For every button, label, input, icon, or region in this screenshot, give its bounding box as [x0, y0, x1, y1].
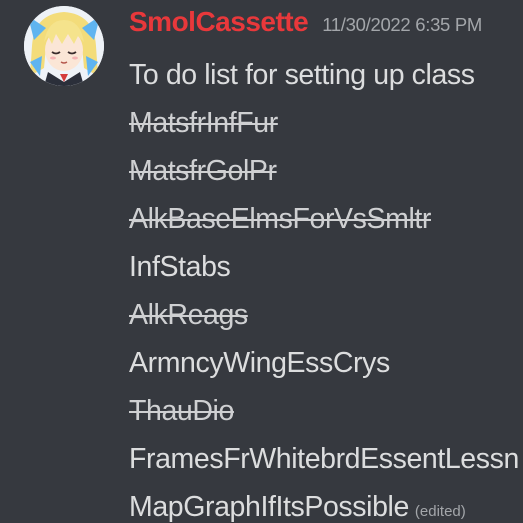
timestamp: 11/30/2022 6:35 PM [322, 14, 483, 35]
message-line-text: ArmncyWingEssCrys [129, 347, 390, 379]
todo-item: To do list for setting up class [129, 55, 519, 103]
message-line-text: FramesFrWhitebrdEssentLessn [129, 443, 519, 475]
todo-item-done: AlkReags [129, 295, 519, 343]
message-line-text: MapGraphIfItsPossible [129, 491, 409, 523]
chat-message: SmolCassette 11/30/2022 6:35 PM To do li… [0, 0, 523, 523]
todo-item-done: ThauDio [129, 391, 519, 439]
message-line-text: ThauDio [129, 395, 234, 427]
todo-item-done: AlkBaseElmsForVsSmltr [129, 199, 519, 247]
todo-item: FramesFrWhitebrdEssentLessn [129, 439, 519, 487]
todo-item: InfStabs [129, 247, 519, 295]
todo-item: MapGraphIfItsPossible (edited) [129, 487, 519, 523]
message-line-text: InfStabs [129, 251, 231, 283]
message-header: SmolCassette 11/30/2022 6:35 PM [129, 6, 482, 46]
message-line-text: To do list for setting up class [129, 59, 475, 91]
username[interactable]: SmolCassette [129, 6, 309, 38]
anime-character-avatar-icon [24, 6, 104, 86]
edited-label: (edited) [414, 503, 466, 520]
message-line-text: AlkReags [129, 299, 248, 331]
message-line-text: MatsfrInfFur [129, 107, 278, 139]
todo-item-done: MatsfrInfFur [129, 103, 519, 151]
todo-item-done: MatsfrGolPr [129, 151, 519, 199]
todo-item: ArmncyWingEssCrys [129, 343, 519, 391]
message-line-text: AlkBaseElmsForVsSmltr [129, 203, 431, 235]
message-content: To do list for setting up class MatsfrInf… [129, 55, 519, 523]
message-line-text: MatsfrGolPr [129, 155, 277, 187]
user-avatar[interactable] [24, 6, 104, 86]
